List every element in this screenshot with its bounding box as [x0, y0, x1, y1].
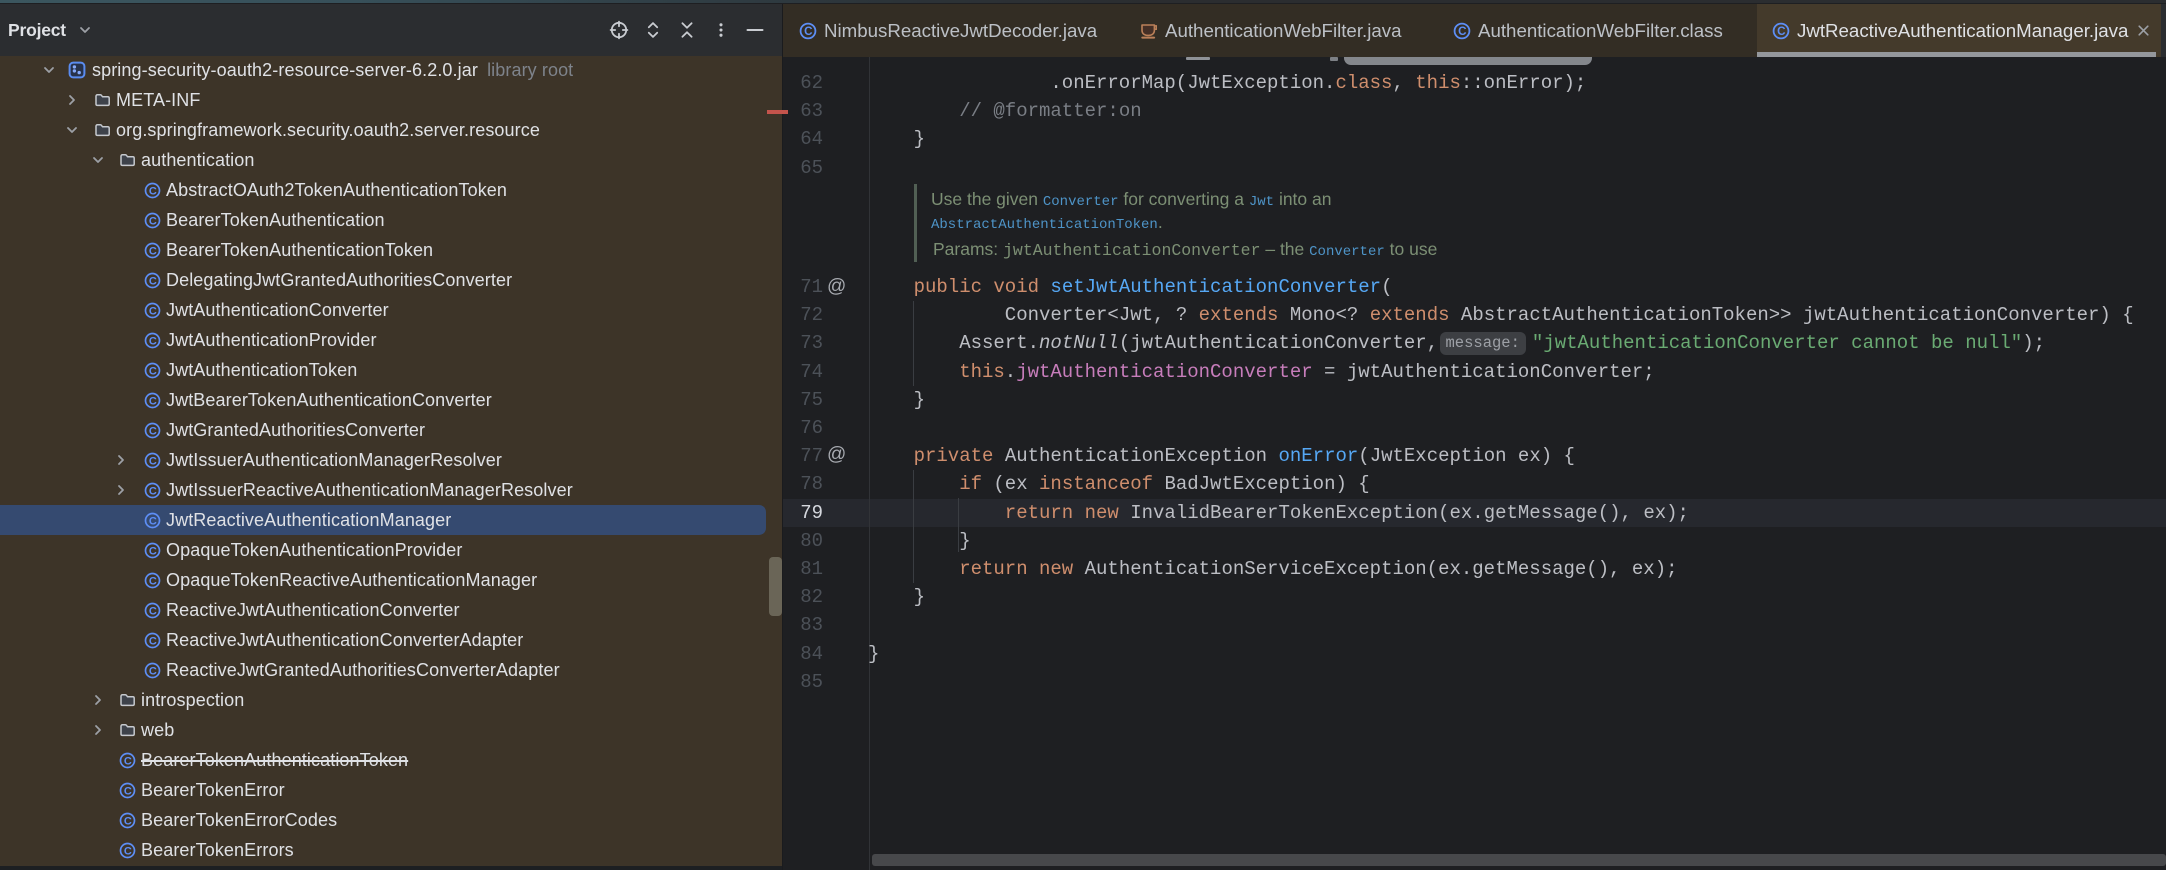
- svg-text:C: C: [149, 455, 157, 467]
- svg-text:C: C: [149, 185, 157, 197]
- svg-text:C: C: [124, 845, 132, 857]
- svg-text:C: C: [149, 515, 157, 527]
- svg-text:C: C: [804, 25, 813, 38]
- svg-text:C: C: [149, 305, 157, 317]
- svg-text:C: C: [149, 605, 157, 617]
- svg-text:C: C: [149, 425, 157, 437]
- svg-text:C: C: [149, 665, 157, 677]
- svg-text:C: C: [124, 785, 132, 797]
- svg-text:C: C: [149, 275, 157, 287]
- svg-text:C: C: [149, 575, 157, 587]
- svg-text:C: C: [124, 815, 132, 827]
- svg-text:C: C: [149, 485, 157, 497]
- svg-text:C: C: [149, 335, 157, 347]
- svg-text:C: C: [149, 395, 157, 407]
- svg-text:C: C: [149, 215, 157, 227]
- svg-text:C: C: [1458, 25, 1467, 38]
- svg-text:C: C: [149, 635, 157, 647]
- svg-text:C: C: [149, 545, 157, 557]
- svg-text:C: C: [149, 245, 157, 257]
- svg-text:C: C: [1777, 25, 1786, 38]
- svg-text:C: C: [124, 755, 132, 767]
- svg-text:C: C: [149, 365, 157, 377]
